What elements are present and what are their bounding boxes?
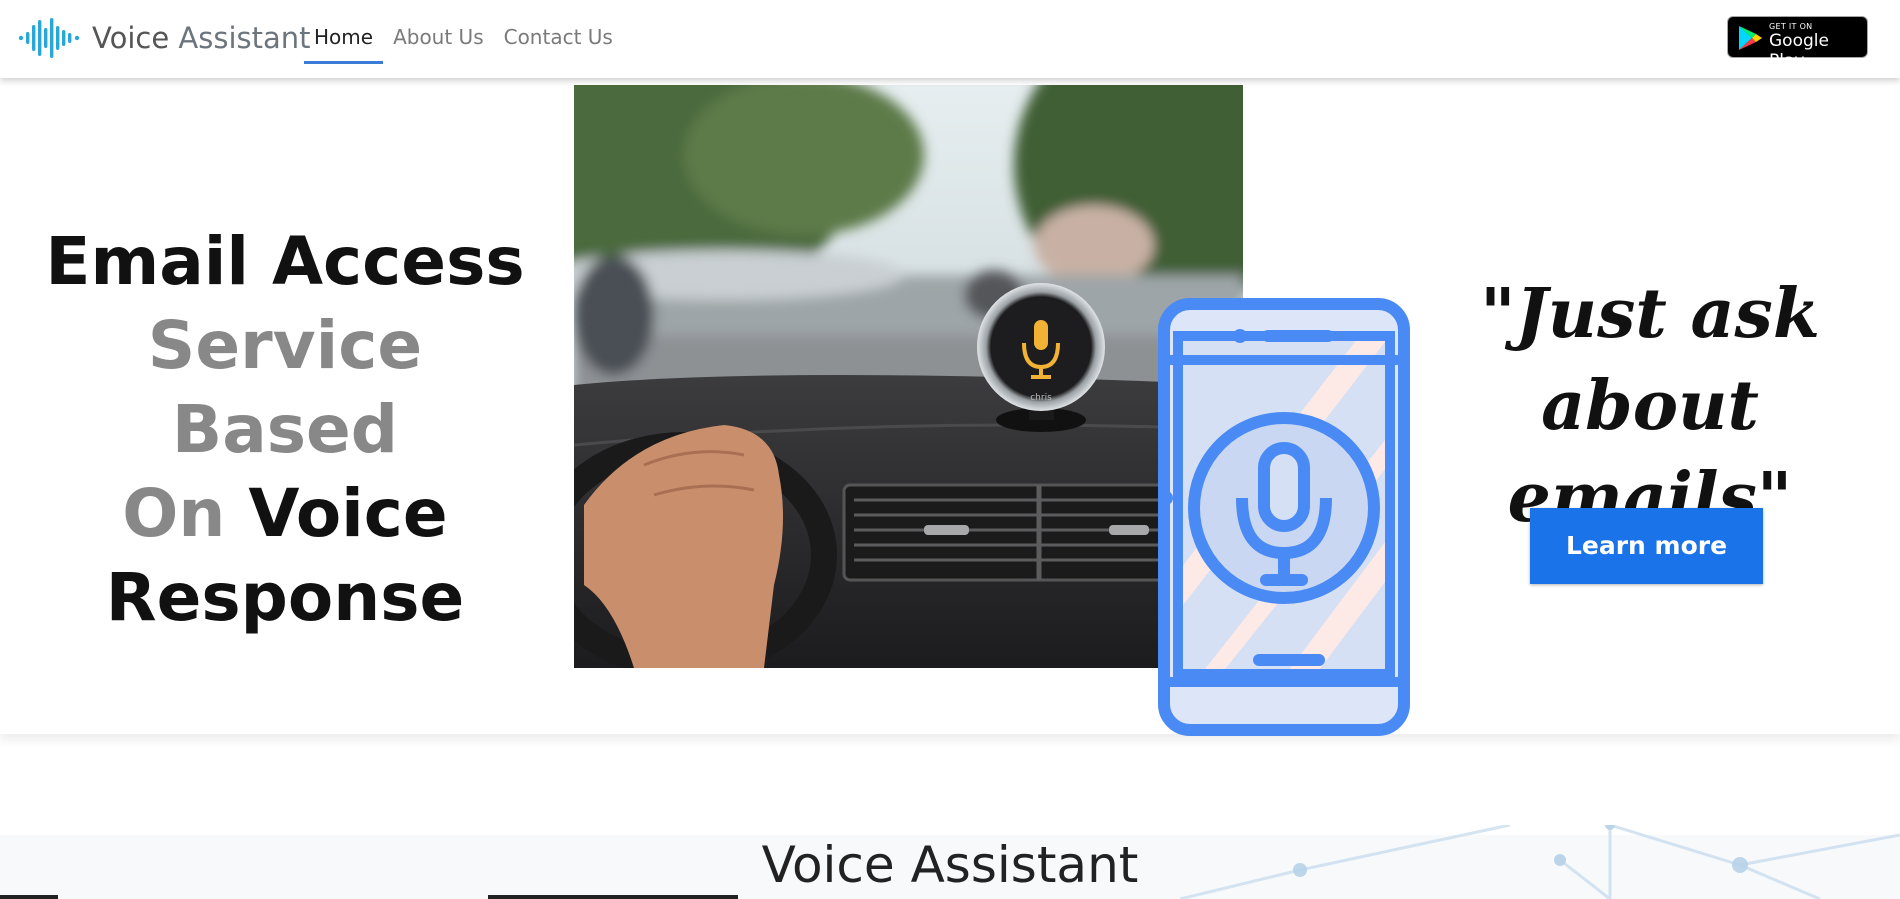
badge-small-text: GET IT ON [1769,22,1813,31]
hero-quote-line1: "Just ask [1480,274,1820,354]
brand-name: Voice Assistant [92,21,311,55]
navbar: Voice Assistant Home About Us Contact Us… [0,0,1900,78]
hero-photo: chris [574,85,1243,668]
hero-title-line3: On Voice [122,475,448,552]
nav-contact-us[interactable]: Contact Us [494,0,623,64]
google-play-icon [1739,26,1762,50]
main-nav: Home About Us Contact Us [304,0,623,64]
google-play-badge[interactable]: GET IT ON Google Play [1727,16,1868,71]
device-label: chris [1030,393,1052,403]
nav-about-us[interactable]: About Us [383,0,494,64]
hero-title-line4: Response [105,559,465,636]
hero-title-line1: Email Access [45,223,525,300]
nav-home[interactable]: Home [304,0,384,64]
hero-banner: Email Access Service Based On Voice Resp… [0,78,1900,736]
hero-title-line2: Service Based [147,307,423,468]
brand[interactable]: Voice Assistant [18,14,311,62]
section-title: Voice Assistant [761,836,1139,894]
hero-quote: "Just ask about emails" [1420,268,1880,544]
hero-title: Email Access Service Based On Voice Resp… [30,220,540,640]
soundwave-icon [18,18,80,58]
divider [0,895,58,899]
divider [488,895,738,899]
phone-microphone-icon [1158,298,1410,736]
badge-big-text: Google Play [1769,31,1829,71]
learn-more-button[interactable]: Learn more [1530,508,1763,584]
